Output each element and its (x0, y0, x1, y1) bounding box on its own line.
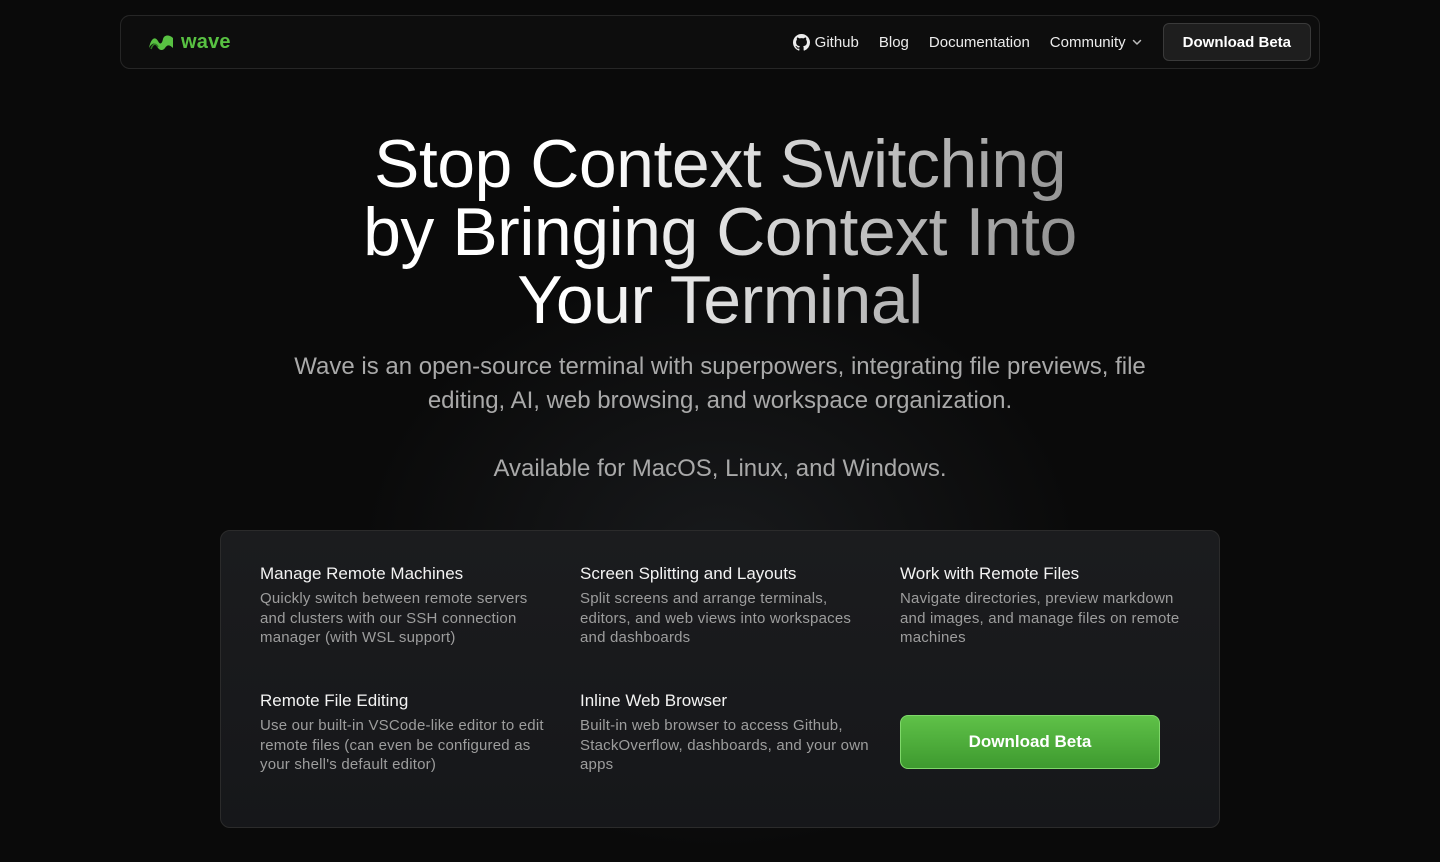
hero-title-line: Your Terminal (517, 262, 923, 338)
availability-text: Available for MacOS, Linux, and Windows. (493, 455, 947, 482)
download-beta-button[interactable]: Download Beta (900, 715, 1160, 769)
feature-title: Remote File Editing (260, 691, 409, 710)
download-beta-nav-button[interactable]: Download Beta (1162, 23, 1311, 61)
feature-description: Use our built-in VSCode-like editor to e… (260, 717, 544, 774)
hero-title: Stop Context Switching by Bringing Conte… (270, 130, 1170, 334)
hero-subtitle: Wave is an open-source terminal with sup… (294, 353, 1146, 414)
logo-text: wave (181, 30, 231, 53)
hero-title-line: Stop Context Switching (373, 126, 1067, 202)
wave-logo-icon (149, 35, 173, 51)
feature-remote-files: Work with Remote Files Navigate director… (900, 562, 1190, 648)
nav-link-documentation[interactable]: Documentation (929, 34, 1030, 51)
feature-manage-remote-machines: Manage Remote Machines Quickly switch be… (260, 562, 550, 648)
features-card: Manage Remote Machines Quickly switch be… (220, 530, 1220, 828)
feature-screen-splitting: Screen Splitting and Layouts Split scree… (580, 562, 870, 648)
feature-title: Manage Remote Machines (260, 564, 464, 583)
nav-link-community[interactable]: Community (1050, 34, 1143, 51)
nav-link-label: Github (814, 33, 859, 51)
chevron-down-icon (1132, 39, 1141, 45)
nav-link-blog[interactable]: Blog (879, 34, 909, 51)
hero-title-line: by Bringing Context Into (363, 194, 1077, 270)
nav-link-label: Community (1049, 33, 1126, 51)
top-navbar: wave Github Blog Documentation Community… (120, 15, 1320, 69)
feature-description: Quickly switch between remote servers an… (260, 590, 528, 647)
feature-description: Navigate directories, preview markdown a… (900, 590, 1180, 647)
feature-inline-web-browser: Inline Web Browser Built-in web browser … (580, 689, 870, 775)
nav-links: Github Blog Documentation Community Down… (773, 23, 1311, 61)
nav-link-github[interactable]: Github (792, 33, 859, 51)
feature-title: Screen Splitting and Layouts (580, 564, 797, 583)
feature-title: Work with Remote Files (900, 564, 1080, 583)
github-icon (792, 33, 810, 51)
feature-description: Built-in web browser to access Github, S… (580, 717, 869, 774)
feature-description: Split screens and arrange terminals, edi… (580, 590, 852, 647)
wave-logo[interactable]: wave (147, 31, 231, 54)
feature-remote-file-editing: Remote File Editing Use our built-in VSC… (260, 689, 550, 775)
feature-title: Inline Web Browser (580, 691, 728, 710)
